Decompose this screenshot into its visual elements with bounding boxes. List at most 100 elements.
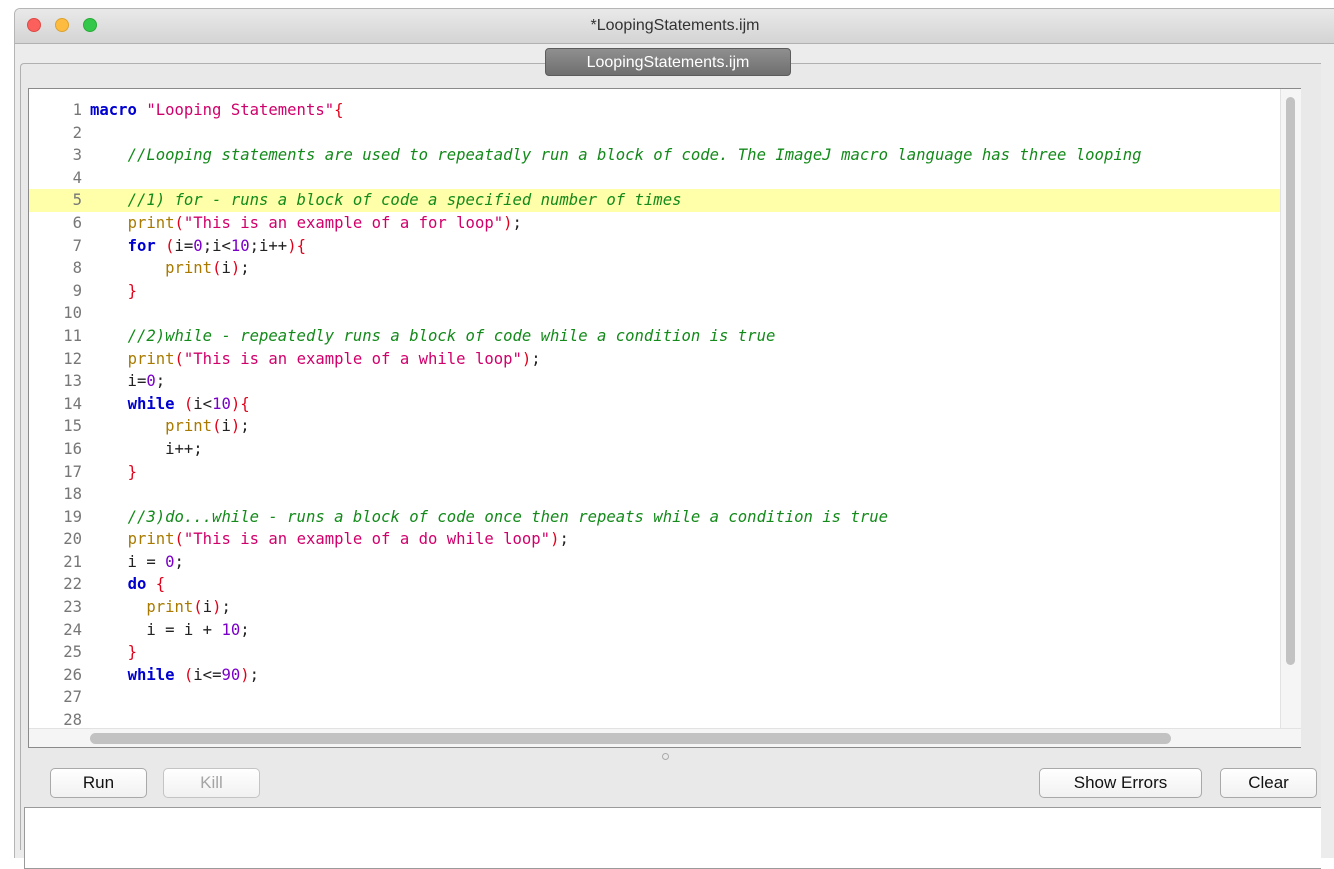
code-line[interactable]: 11 //2)while - repeatedly runs a block o… <box>29 325 1287 348</box>
vertical-scroll-thumb[interactable] <box>1286 97 1295 665</box>
code-token: 10 <box>230 236 250 255</box>
code-token: ) <box>503 213 513 232</box>
code-line[interactable]: 20 print("This is an example of a do whi… <box>29 528 1287 551</box>
code-text: while (i<=90); <box>90 664 259 687</box>
code-text: } <box>90 641 137 664</box>
code-line[interactable]: 4 <box>29 167 1287 190</box>
code-text: //1) for - runs a block of code a specif… <box>90 189 682 212</box>
code-token: } <box>127 462 137 481</box>
code-line[interactable]: 8 print(i); <box>29 257 1287 280</box>
line-number: 25 <box>63 643 82 662</box>
code-token: ( <box>174 349 184 368</box>
tab-looping-statements[interactable]: LoopingStatements.ijm <box>545 48 791 76</box>
code-line[interactable]: 15 print(i); <box>29 415 1287 438</box>
show-errors-button[interactable]: Show Errors <box>1039 768 1202 798</box>
code-line[interactable]: 5 //1) for - runs a block of code a spec… <box>29 189 1287 212</box>
code-text: for (i=0;i<10;i++){ <box>90 235 306 258</box>
code-token: for <box>127 236 156 255</box>
line-number: 19 <box>63 507 82 526</box>
code-line[interactable]: 19 //3)do...while - runs a block of code… <box>29 506 1287 529</box>
code-text: macro "Looping Statements"{ <box>90 99 344 122</box>
code-token: ; <box>531 349 541 368</box>
code-line[interactable]: 26 while (i<=90); <box>29 664 1287 687</box>
code-token: print <box>165 417 213 436</box>
code-line[interactable]: 3 //Looping statements are used to repea… <box>29 144 1287 167</box>
code-line[interactable]: 10 <box>29 302 1287 325</box>
code-line[interactable]: 28 <box>29 709 1287 727</box>
code-token: "Looping Statements" <box>146 101 335 119</box>
code-line[interactable]: 12 print("This is an example of a while … <box>29 348 1287 371</box>
run-button[interactable]: Run <box>50 768 147 798</box>
code-line[interactable]: 7 for (i=0;i<10;i++){ <box>29 235 1287 258</box>
code-editor[interactable]: 1 macro "Looping Statements"{2 3 //Looping… <box>28 88 1301 748</box>
code-token: 0 <box>165 552 175 571</box>
horizontal-scroll-thumb[interactable] <box>90 733 1171 744</box>
code-token: ;i< <box>202 236 231 255</box>
code-line[interactable]: 9 } <box>29 280 1287 303</box>
code-line[interactable]: 16 i++; <box>29 438 1287 461</box>
code-token: "This is an example of a do while loop" <box>183 530 551 549</box>
clear-button[interactable]: Clear <box>1220 768 1317 798</box>
code-line[interactable]: 2 <box>29 122 1287 145</box>
code-token: 0 <box>146 372 156 391</box>
vertical-scrollbar[interactable] <box>1280 89 1301 729</box>
code-token: ) <box>230 259 241 278</box>
code-line[interactable]: 17 } <box>29 461 1287 484</box>
code-line[interactable]: 13 i=0; <box>29 370 1287 393</box>
code-line[interactable]: 21 i = 0; <box>29 551 1287 574</box>
code-line[interactable]: 23 print(i); <box>29 596 1287 619</box>
line-number: 8 <box>72 259 82 278</box>
code-text: i=0; <box>90 370 166 393</box>
line-number: 2 <box>72 123 82 142</box>
line-number: 4 <box>72 168 82 187</box>
code-line[interactable]: 6 print("This is an example of a for loo… <box>29 212 1287 235</box>
code-text-area[interactable]: 1 macro "Looping Statements"{2 3 //Looping… <box>29 99 1287 727</box>
output-console[interactable] <box>24 807 1321 869</box>
code-line[interactable]: 24 i = i + 10; <box>29 619 1287 642</box>
code-line[interactable]: 1 macro "Looping Statements"{ <box>29 99 1287 122</box>
line-number: 24 <box>63 620 82 639</box>
line-number: 7 <box>72 236 82 255</box>
code-text: print(i); <box>90 257 250 280</box>
split-pane-divider-handle[interactable] <box>662 753 669 760</box>
code-line[interactable]: 25 } <box>29 641 1287 664</box>
code-text: i = i + 10; <box>90 619 250 642</box>
code-token: ; <box>240 620 250 639</box>
code-token: 90 <box>221 665 241 684</box>
code-token: ; <box>249 665 260 684</box>
kill-button[interactable]: Kill <box>163 768 260 798</box>
horizontal-scrollbar[interactable] <box>29 728 1301 747</box>
line-number: 13 <box>63 372 82 391</box>
code-token: { <box>296 236 306 255</box>
line-number: 10 <box>63 304 82 323</box>
line-number: 23 <box>63 598 82 617</box>
line-number: 20 <box>63 530 82 549</box>
line-number: 9 <box>72 281 82 300</box>
title-bar[interactable]: *LoopingStatements.ijm <box>15 9 1334 44</box>
line-number: 6 <box>72 213 82 232</box>
code-line[interactable]: 18 <box>29 483 1287 506</box>
code-token: i<= <box>193 665 222 684</box>
code-line[interactable]: 22 do { <box>29 573 1287 596</box>
code-token: { <box>155 575 166 594</box>
code-line[interactable]: 14 while (i<10){ <box>29 393 1287 416</box>
line-number: 22 <box>63 575 82 594</box>
code-token: ( <box>183 394 194 413</box>
code-token: { <box>240 394 250 413</box>
code-token: //2)while - repeatedly runs a block of c… <box>127 326 776 345</box>
code-token: ( <box>193 598 203 617</box>
code-token: 10 <box>212 394 231 413</box>
code-text: //2)while - repeatedly runs a block of c… <box>90 325 776 348</box>
code-line[interactable]: 27 <box>29 686 1287 709</box>
code-text: i++; <box>90 438 203 461</box>
code-token: ) <box>230 417 241 436</box>
